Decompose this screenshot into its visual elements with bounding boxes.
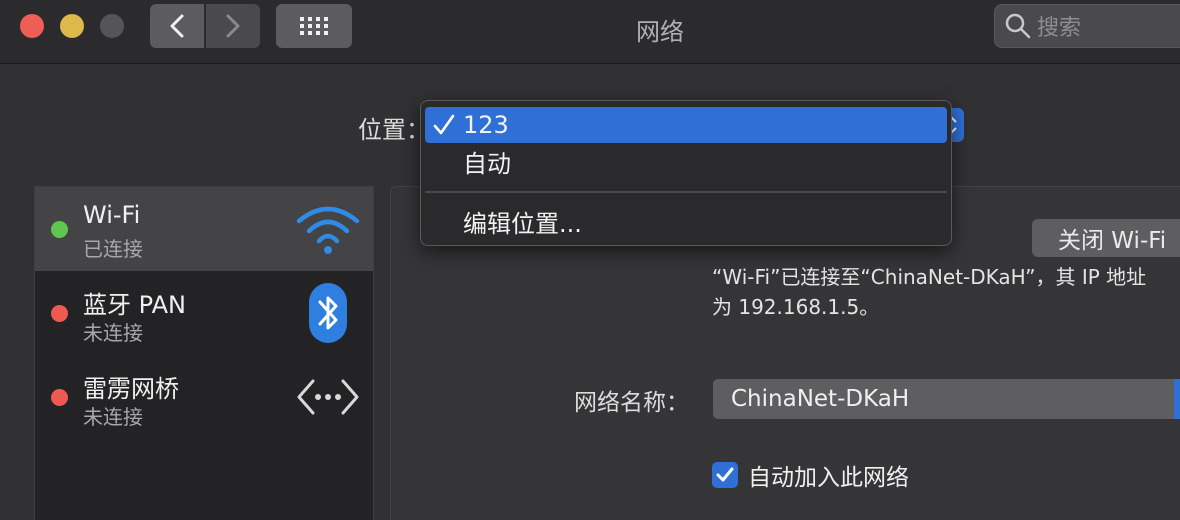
search-input[interactable]: 搜索 [994,4,1180,48]
service-status: 已连接 [83,237,143,261]
forward-button[interactable] [206,4,260,48]
menu-item-label: 编辑位置... [463,209,582,238]
network-name-select[interactable]: ChinaNet-DKaH [713,379,1180,419]
menu-item-label: 123 [463,111,509,139]
checkmark-icon [433,114,455,135]
navigation-buttons [150,4,260,48]
connection-status-text: “Wi-Fi”已连接至“ChinaNet-DKaH”，其 IP 地址 为 192… [712,262,1180,322]
title-bar: 网络 搜索 [0,0,1180,64]
location-menu: 123 自动 编辑位置... [420,100,952,246]
thunderbolt-bridge-icon [297,379,359,415]
service-item-thunderbolt-bridge[interactable]: 雷雳网桥 未连接 [35,355,373,439]
search-placeholder: 搜索 [1037,16,1082,41]
window-title: 网络 [636,18,684,46]
menu-item-edit-locations[interactable]: 编辑位置... [425,203,947,239]
back-button[interactable] [150,4,204,48]
zoom-window-button[interactable] [100,14,124,38]
menu-separator [425,191,947,193]
status-dot [51,221,68,238]
chevron-left-icon [170,14,184,38]
menu-item-location-auto[interactable]: 自动 [425,143,947,179]
turn-off-wifi-button[interactable]: 关闭 Wi-Fi [1032,219,1180,257]
status-line-1: “Wi-Fi”已连接至“ChinaNet-DKaH”，其 IP 地址 [712,265,1147,289]
network-name-value: ChinaNet-DKaH [731,386,910,412]
service-status: 未连接 [83,405,143,429]
network-name-label: 网络名称： [574,390,689,416]
service-name: 雷雳网桥 [83,375,179,403]
minimize-window-button[interactable] [60,14,84,38]
grid-icon [300,17,328,35]
checkmark-icon [716,467,734,482]
service-name: Wi-Fi [83,201,141,229]
close-window-button[interactable] [20,14,44,38]
service-item-wifi[interactable]: Wi-Fi 已连接 [35,187,373,271]
bluetooth-icon [309,283,347,343]
auto-join-checkbox[interactable] [712,462,738,488]
service-item-bluetooth-pan[interactable]: 蓝牙 PAN 未连接 [35,271,373,355]
menu-item-location-123[interactable]: 123 [425,107,947,143]
show-all-preferences-button[interactable] [276,4,352,48]
status-dot [51,305,68,322]
network-name-popup-arrow[interactable] [1174,379,1180,419]
chevron-right-icon [226,14,240,38]
auto-join-row: 自动加入此网络 [712,458,909,492]
service-list: Wi-Fi 已连接 蓝牙 PAN 未连接 雷雳网桥 未连接 [34,186,374,520]
service-status: 未连接 [83,321,143,345]
search-icon [1005,13,1031,39]
wifi-icon [296,206,360,254]
status-dot [51,389,68,406]
service-name: 蓝牙 PAN [83,291,186,319]
menu-item-label: 自动 [463,149,511,178]
auto-join-label: 自动加入此网络 [748,465,909,491]
status-line-2: 为 192.168.1.5。 [712,295,880,319]
